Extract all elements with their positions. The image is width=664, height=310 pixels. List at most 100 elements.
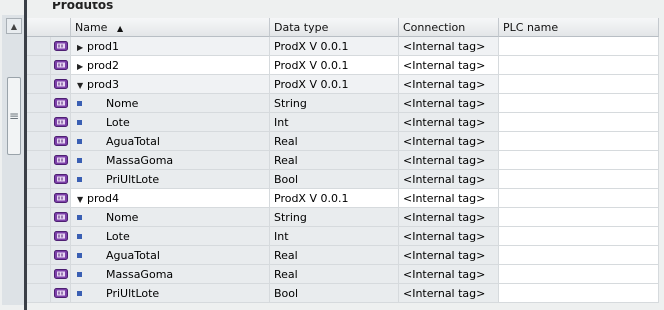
cell-name[interactable]: MassaGoma xyxy=(71,151,270,170)
cell-plc-name[interactable] xyxy=(499,246,659,265)
cell-plc-name[interactable] xyxy=(499,265,659,284)
row-selector[interactable] xyxy=(27,246,51,265)
tag-member-row[interactable]: AguaTotal Real <Internal tag> xyxy=(27,132,659,151)
column-header-name[interactable]: Name ▲ xyxy=(71,18,270,37)
cell-datatype[interactable]: ProdX V 0.0.1 xyxy=(270,75,399,94)
cell-name[interactable]: Lote xyxy=(71,227,270,246)
tag-row[interactable]: ▼ prod3 ProdX V 0.0.1 <Internal tag> xyxy=(27,75,659,94)
cell-datatype[interactable]: ProdX V 0.0.1 xyxy=(270,37,399,56)
cell-name[interactable]: ▶ prod2 xyxy=(71,56,270,75)
row-selector[interactable] xyxy=(27,189,51,208)
cell-plc-name[interactable] xyxy=(499,151,659,170)
tag-member-row[interactable]: Lote Int <Internal tag> xyxy=(27,227,659,246)
cell-datatype[interactable]: Bool xyxy=(270,170,399,189)
tag-name: PriUltLote xyxy=(106,287,160,300)
cell-connection[interactable]: <Internal tag> xyxy=(399,56,499,75)
cell-datatype[interactable]: ProdX V 0.0.1 xyxy=(270,56,399,75)
hmi-tag-icon xyxy=(51,37,71,56)
tag-row[interactable]: ▶ prod2 ProdX V 0.0.1 <Internal tag> xyxy=(27,56,659,75)
cell-datatype[interactable]: Int xyxy=(270,113,399,132)
cell-plc-name[interactable] xyxy=(499,56,659,75)
column-header-datatype[interactable]: Data type xyxy=(270,18,399,37)
tag-member-row[interactable]: Nome String <Internal tag> xyxy=(27,94,659,113)
column-header-plc-name[interactable]: PLC name xyxy=(499,18,659,37)
cell-plc-name[interactable] xyxy=(499,208,659,227)
cell-name[interactable]: ▼ prod4 xyxy=(71,189,270,208)
cell-connection[interactable]: <Internal tag> xyxy=(399,113,499,132)
cell-plc-name[interactable] xyxy=(499,227,659,246)
row-selector[interactable] xyxy=(27,284,51,303)
cell-connection[interactable]: <Internal tag> xyxy=(399,37,499,56)
tag-member-row[interactable]: PriUltLote Bool <Internal tag> xyxy=(27,284,659,303)
tag-row[interactable]: ▶ prod1 ProdX V 0.0.1 <Internal tag> xyxy=(27,37,659,56)
row-selector[interactable] xyxy=(27,132,51,151)
cell-plc-name[interactable] xyxy=(499,170,659,189)
tag-member-row[interactable]: MassaGoma Real <Internal tag> xyxy=(27,265,659,284)
cell-datatype[interactable]: Real xyxy=(270,246,399,265)
cell-name[interactable]: PriUltLote xyxy=(71,284,270,303)
cell-plc-name[interactable] xyxy=(499,75,659,94)
scroll-up-icon[interactable]: ▲ xyxy=(6,18,22,34)
expand-arrow-icon[interactable]: ▶ xyxy=(77,57,87,74)
cell-name[interactable]: ▼ prod3 xyxy=(71,75,270,94)
cell-plc-name[interactable] xyxy=(499,189,659,208)
hmi-tag-icon xyxy=(51,265,71,284)
tag-member-row[interactable]: MassaGoma Real <Internal tag> xyxy=(27,151,659,170)
cell-connection[interactable]: <Internal tag> xyxy=(399,284,499,303)
row-selector[interactable] xyxy=(27,265,51,284)
cell-name[interactable]: MassaGoma xyxy=(71,265,270,284)
tag-member-row[interactable]: Nome String <Internal tag> xyxy=(27,208,659,227)
cell-connection[interactable]: <Internal tag> xyxy=(399,189,499,208)
column-header-connection[interactable]: Connection xyxy=(399,18,499,37)
cell-connection[interactable]: <Internal tag> xyxy=(399,170,499,189)
cell-plc-name[interactable] xyxy=(499,37,659,56)
cell-datatype[interactable]: Real xyxy=(270,132,399,151)
row-selector[interactable] xyxy=(27,56,51,75)
tag-name: AguaTotal xyxy=(106,135,160,148)
tag-member-row[interactable]: Lote Int <Internal tag> xyxy=(27,113,659,132)
cell-datatype[interactable]: Bool xyxy=(270,284,399,303)
cell-connection[interactable]: <Internal tag> xyxy=(399,265,499,284)
expand-arrow-icon[interactable]: ▶ xyxy=(77,38,87,55)
vertical-scrollbar[interactable]: ▲ ≡ xyxy=(2,15,25,305)
cell-datatype[interactable]: ProdX V 0.0.1 xyxy=(270,189,399,208)
cell-connection[interactable]: <Internal tag> xyxy=(399,208,499,227)
cell-connection[interactable]: <Internal tag> xyxy=(399,246,499,265)
cell-connection[interactable]: <Internal tag> xyxy=(399,94,499,113)
cell-name[interactable]: Nome xyxy=(71,208,270,227)
cell-name[interactable]: Lote xyxy=(71,113,270,132)
cell-datatype[interactable]: String xyxy=(270,94,399,113)
cell-plc-name[interactable] xyxy=(499,132,659,151)
cell-plc-name[interactable] xyxy=(499,94,659,113)
row-selector[interactable] xyxy=(27,227,51,246)
row-selector[interactable] xyxy=(27,94,51,113)
collapse-arrow-icon[interactable]: ▼ xyxy=(77,76,87,93)
row-selector[interactable] xyxy=(27,37,51,56)
scroll-thumb[interactable]: ≡ xyxy=(7,77,21,155)
cell-datatype[interactable]: String xyxy=(270,208,399,227)
collapse-arrow-icon[interactable]: ▼ xyxy=(77,190,87,207)
cell-name[interactable]: Nome xyxy=(71,94,270,113)
row-selector[interactable] xyxy=(27,151,51,170)
row-selector[interactable] xyxy=(27,75,51,94)
cell-connection[interactable]: <Internal tag> xyxy=(399,132,499,151)
row-selector[interactable] xyxy=(27,170,51,189)
tag-member-row[interactable]: PriUltLote Bool <Internal tag> xyxy=(27,170,659,189)
cell-plc-name[interactable] xyxy=(499,284,659,303)
cell-connection[interactable]: <Internal tag> xyxy=(399,151,499,170)
cell-plc-name[interactable] xyxy=(499,113,659,132)
row-selector[interactable] xyxy=(27,113,51,132)
cell-name[interactable]: AguaTotal xyxy=(71,246,270,265)
cell-datatype[interactable]: Int xyxy=(270,227,399,246)
cell-name[interactable]: AguaTotal xyxy=(71,132,270,151)
cell-name[interactable]: ▶ prod1 xyxy=(71,37,270,56)
cell-datatype[interactable]: Real xyxy=(270,151,399,170)
cell-name[interactable]: PriUltLote xyxy=(71,170,270,189)
cell-connection[interactable]: <Internal tag> xyxy=(399,227,499,246)
cell-connection[interactable]: <Internal tag> xyxy=(399,75,499,94)
tag-member-row[interactable]: AguaTotal Real <Internal tag> xyxy=(27,246,659,265)
tag-row[interactable]: ▼ prod4 ProdX V 0.0.1 <Internal tag> xyxy=(27,189,659,208)
tag-name: Nome xyxy=(106,97,139,110)
cell-datatype[interactable]: Real xyxy=(270,265,399,284)
row-selector[interactable] xyxy=(27,208,51,227)
